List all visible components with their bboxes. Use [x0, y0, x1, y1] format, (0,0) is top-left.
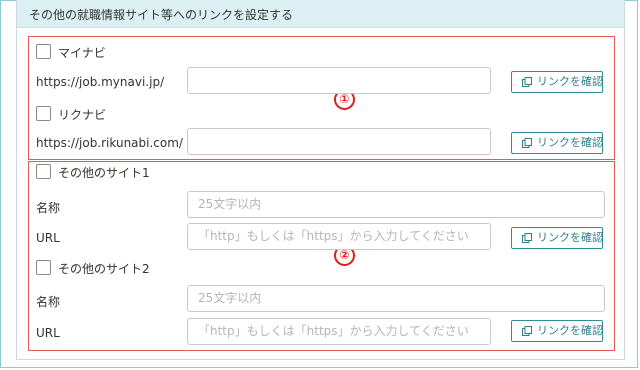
mynavi-confirm-label: リンクを確認 [537, 75, 603, 88]
mynavi-label: マイナビ [58, 46, 106, 60]
other-site-2-name-label: 名称 [36, 295, 61, 309]
mynavi-checkbox[interactable] [36, 44, 51, 59]
other-site-2-url-label: URL [36, 326, 60, 340]
rikunabi-checkbox[interactable] [36, 106, 51, 121]
other-site-2-name-input[interactable]: 25文字以内 [187, 285, 605, 312]
other-site-2-checkbox[interactable] [36, 260, 51, 275]
other-site-1-label: その他のサイト1 [58, 166, 150, 180]
other-site-1-name-input[interactable]: 25文字以内 [187, 191, 605, 218]
copy-icon [522, 138, 532, 148]
other-site-1-checkbox[interactable] [36, 164, 51, 179]
other-site-2-confirm-link-button[interactable]: リンクを確認 [511, 320, 603, 342]
rikunabi-confirm-label: リンクを確認 [537, 136, 603, 149]
rikunabi-url-input[interactable] [187, 128, 491, 155]
panel-title: その他の就職情報サイト等へのリンクを設定する [29, 8, 294, 22]
mynavi-confirm-link-button[interactable]: リンクを確認 [511, 71, 603, 93]
copy-icon [522, 326, 532, 336]
mynavi-url-label: https://job.mynavi.jp/ [36, 75, 165, 89]
rikunabi-confirm-link-button[interactable]: リンクを確認 [511, 132, 603, 154]
copy-icon [522, 77, 532, 87]
other-site-2-confirm-label: リンクを確認 [537, 324, 603, 337]
rikunabi-label: リクナビ [58, 108, 107, 122]
other-site-1-confirm-label: リンクを確認 [537, 231, 603, 244]
other-site-2-url-input[interactable]: 「http」もしくは「https」から入力してください [187, 318, 491, 345]
panel-header: その他の就職情報サイト等へのリンクを設定する [17, 0, 624, 28]
copy-icon [522, 233, 532, 243]
other-site-1-url-label: URL [36, 231, 60, 245]
mynavi-url-input[interactable] [187, 67, 491, 94]
other-site-2-label: その他のサイト2 [58, 262, 150, 276]
other-site-1-confirm-link-button[interactable]: リンクを確認 [511, 227, 603, 249]
other-site-1-url-input[interactable]: 「http」もしくは「https」から入力してください [187, 223, 491, 250]
other-site-1-name-label: 名称 [36, 201, 61, 215]
rikunabi-url-label: https://job.rikunabi.com/ [36, 136, 183, 150]
